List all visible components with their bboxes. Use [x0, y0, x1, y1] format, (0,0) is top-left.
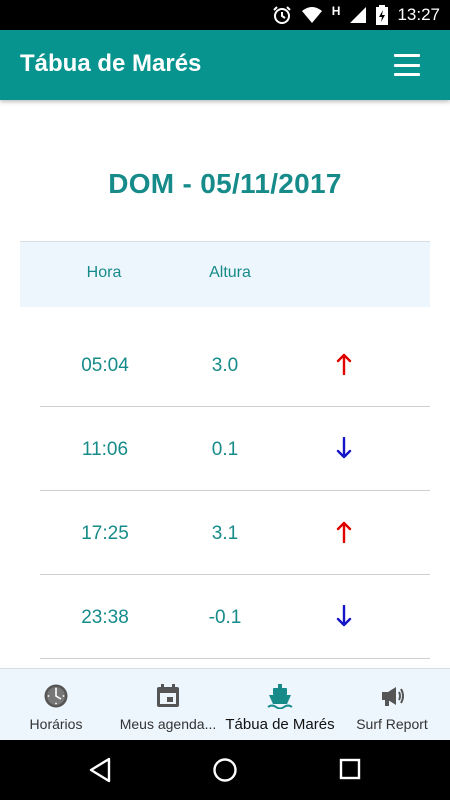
nav-label: Tábua de Marés: [225, 716, 335, 733]
table-row: 11:06 0.1: [40, 407, 430, 491]
nav-label: Surf Report: [356, 716, 428, 732]
system-nav-bar: [0, 740, 450, 800]
bottom-nav: Horários Meus agenda... Tábua de Marés S…: [0, 668, 450, 740]
arrow-down-icon: [336, 605, 352, 627]
tide-time: 17:25: [81, 523, 129, 544]
tide-height: -0.1: [208, 607, 242, 628]
network-type-label: H: [331, 4, 341, 18]
signal-icon: [349, 6, 367, 24]
table-row: 23:38 -0.1: [40, 575, 430, 659]
menu-icon: [394, 54, 420, 57]
recent-apps-icon[interactable]: [339, 758, 361, 780]
tide-time: 23:38: [81, 607, 129, 628]
nav-item-meus-agendamentos[interactable]: Meus agenda...: [112, 669, 224, 741]
app-bar: Tábua de Marés: [0, 30, 450, 100]
megaphone-icon: [382, 687, 404, 706]
column-header-altura: Altura: [209, 264, 251, 281]
tide-time: 05:04: [81, 355, 129, 376]
date-title: DOM - 05/11/2017: [108, 168, 342, 199]
column-header-hora: Hora: [86, 264, 122, 281]
arrow-down-icon: [336, 437, 352, 459]
nav-item-surf-report[interactable]: Surf Report: [336, 669, 448, 741]
table-row: 05:04 3.0: [40, 323, 430, 407]
nav-label: Meus agenda...: [119, 716, 217, 732]
tide-height: 3.0: [211, 355, 239, 376]
alarm-icon: [272, 5, 292, 25]
app-title: Tábua de Marés: [20, 50, 202, 77]
back-icon[interactable]: [88, 757, 112, 783]
calendar-icon: [157, 684, 179, 707]
row-divider: [40, 658, 430, 659]
arrow-up-icon: [336, 353, 352, 375]
tide-height: 3.1: [211, 523, 239, 544]
nav-item-tabua-de-mares[interactable]: Tábua de Marés: [224, 669, 336, 741]
arrow-up-icon: [336, 521, 352, 543]
menu-button[interactable]: [392, 52, 422, 78]
battery-charging-icon: [376, 5, 389, 25]
nav-label: Horários: [29, 716, 83, 732]
table-row: 17:25 3.1: [40, 491, 430, 575]
ship-icon: [267, 684, 293, 709]
home-icon[interactable]: [212, 757, 238, 783]
status-time: 13:27: [397, 5, 440, 24]
tide-time: 11:06: [81, 439, 129, 460]
status-bar: H 13:27: [0, 0, 450, 30]
tide-height: 0.1: [211, 439, 239, 460]
table-header: Hora Altura: [20, 241, 430, 307]
clock-icon: [44, 684, 68, 708]
wifi-icon: [301, 6, 323, 24]
nav-item-horarios[interactable]: Horários: [0, 669, 112, 741]
